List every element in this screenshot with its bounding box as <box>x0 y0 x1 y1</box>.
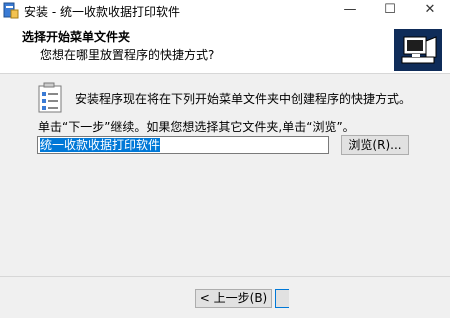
start-menu-folder-icon <box>38 82 62 113</box>
back-button[interactable]: < 上一步(B) <box>195 289 272 308</box>
instruction-text: 单击“下一步”继续。如果您想选择其它文件夹,单击“浏览”。 <box>38 120 355 134</box>
maximize-button[interactable]: ☐ <box>370 0 410 22</box>
page-subtitle: 您想在哪里放置程序的快捷方式? <box>40 48 215 62</box>
info-text: 安装程序现在将在下列开始菜单文件夹中创建程序的快捷方式。 <box>75 92 412 106</box>
wizard-computer-icon <box>394 29 442 71</box>
folder-name-input[interactable]: 统一收款收据打印软件 <box>37 136 329 154</box>
installer-app-icon <box>3 2 19 19</box>
wizard-header: 选择开始菜单文件夹 您想在哪里放置程序的快捷方式? <box>0 22 450 74</box>
folder-name-value: 统一收款收据打印软件 <box>40 138 161 152</box>
window-title: 安装 - 统一收款收据打印软件 <box>24 5 180 19</box>
page-title: 选择开始菜单文件夹 <box>22 30 131 44</box>
title-bar: 安装 - 统一收款收据打印软件 — ☐ ✕ <box>0 0 450 22</box>
wizard-content: 安装程序现在将在下列开始菜单文件夹中创建程序的快捷方式。 单击“下一步”继续。如… <box>0 74 450 286</box>
browse-button[interactable]: 浏览(R)... <box>341 135 409 155</box>
next-button[interactable] <box>275 289 289 308</box>
close-button[interactable]: ✕ <box>410 0 450 22</box>
footer-divider <box>0 276 450 277</box>
minimize-button[interactable]: — <box>330 0 370 22</box>
